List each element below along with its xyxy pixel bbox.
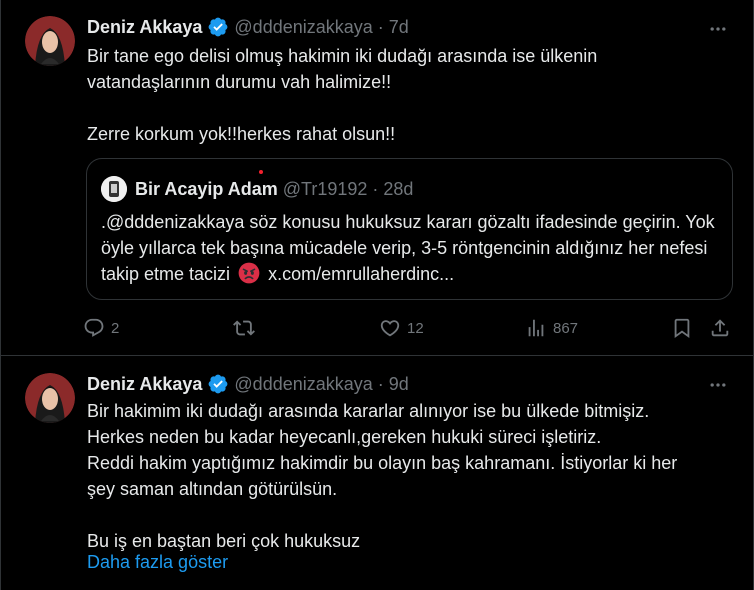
quoted-avatar[interactable]: [101, 176, 127, 202]
like-count: 12: [407, 319, 424, 337]
retweet-icon: [233, 320, 255, 336]
tweet-time[interactable]: 9d: [389, 374, 409, 395]
quoted-link[interactable]: x.com/emrullaherdinc...: [268, 264, 454, 284]
share-icon: [711, 319, 729, 337]
reply-count: 2: [111, 319, 120, 337]
views-button[interactable]: 867: [525, 316, 578, 340]
views-icon: [528, 319, 544, 337]
separator-dot: ·: [377, 16, 384, 37]
tweet-actions: 2 12 867: [83, 316, 743, 340]
tweet-text: Bir tane ego delisi olmuş hakimin iki du…: [87, 46, 598, 144]
author-name[interactable]: Deniz Akkaya: [87, 17, 202, 38]
angry-face-emoji: [238, 262, 260, 284]
like-button[interactable]: 12: [379, 316, 424, 340]
bookmark-icon: [674, 318, 690, 339]
timeline: Deniz Akkaya @dddenizakkaya · 7d Bir tan…: [0, 0, 754, 590]
quoted-tweet-header: Bir Acayip Adam @Tr19192 · 28d: [101, 176, 413, 202]
share-button[interactable]: [709, 316, 731, 340]
reply-button[interactable]: 2: [83, 316, 119, 340]
show-more-link[interactable]: Daha fazla göster: [87, 549, 228, 575]
tweet-text: Bir hakimim iki dudağı arasında kararlar…: [87, 401, 678, 551]
more-icon[interactable]: [707, 18, 729, 40]
retweet-button[interactable]: [233, 316, 255, 340]
separator-dot: ·: [377, 373, 384, 394]
verified-badge-icon: [209, 374, 228, 394]
tweet-header: Deniz Akkaya @dddenizakkaya · 7d: [87, 15, 409, 39]
bookmark-button[interactable]: [671, 316, 693, 340]
quoted-author-name[interactable]: Bir Acayip Adam: [135, 179, 278, 200]
verified-badge-icon: [209, 17, 228, 37]
quoted-tweet[interactable]: Bir Acayip Adam @Tr19192 · 28d .@dddeniz…: [86, 158, 733, 300]
views-count: 867: [553, 319, 579, 337]
separator-dot: ·: [372, 178, 379, 199]
quoted-tweet-text: .@dddenizakkaya söz konusu hukuksuz kara…: [101, 209, 721, 287]
like-icon: [380, 320, 400, 337]
more-icon[interactable]: [707, 374, 729, 396]
quoted-author-handle[interactable]: @Tr19192: [283, 179, 368, 200]
tweet-header: Deniz Akkaya @dddenizakkaya · 9d: [87, 372, 409, 396]
avatar[interactable]: [25, 373, 75, 423]
reply-icon: [84, 318, 104, 337]
author-name[interactable]: Deniz Akkaya: [87, 374, 202, 395]
author-handle[interactable]: @dddenizakkaya: [234, 374, 372, 395]
quoted-tweet-time[interactable]: 28d: [383, 179, 413, 200]
author-handle[interactable]: @dddenizakkaya: [234, 17, 372, 38]
tweet-time[interactable]: 7d: [389, 17, 409, 38]
avatar[interactable]: [25, 16, 75, 66]
